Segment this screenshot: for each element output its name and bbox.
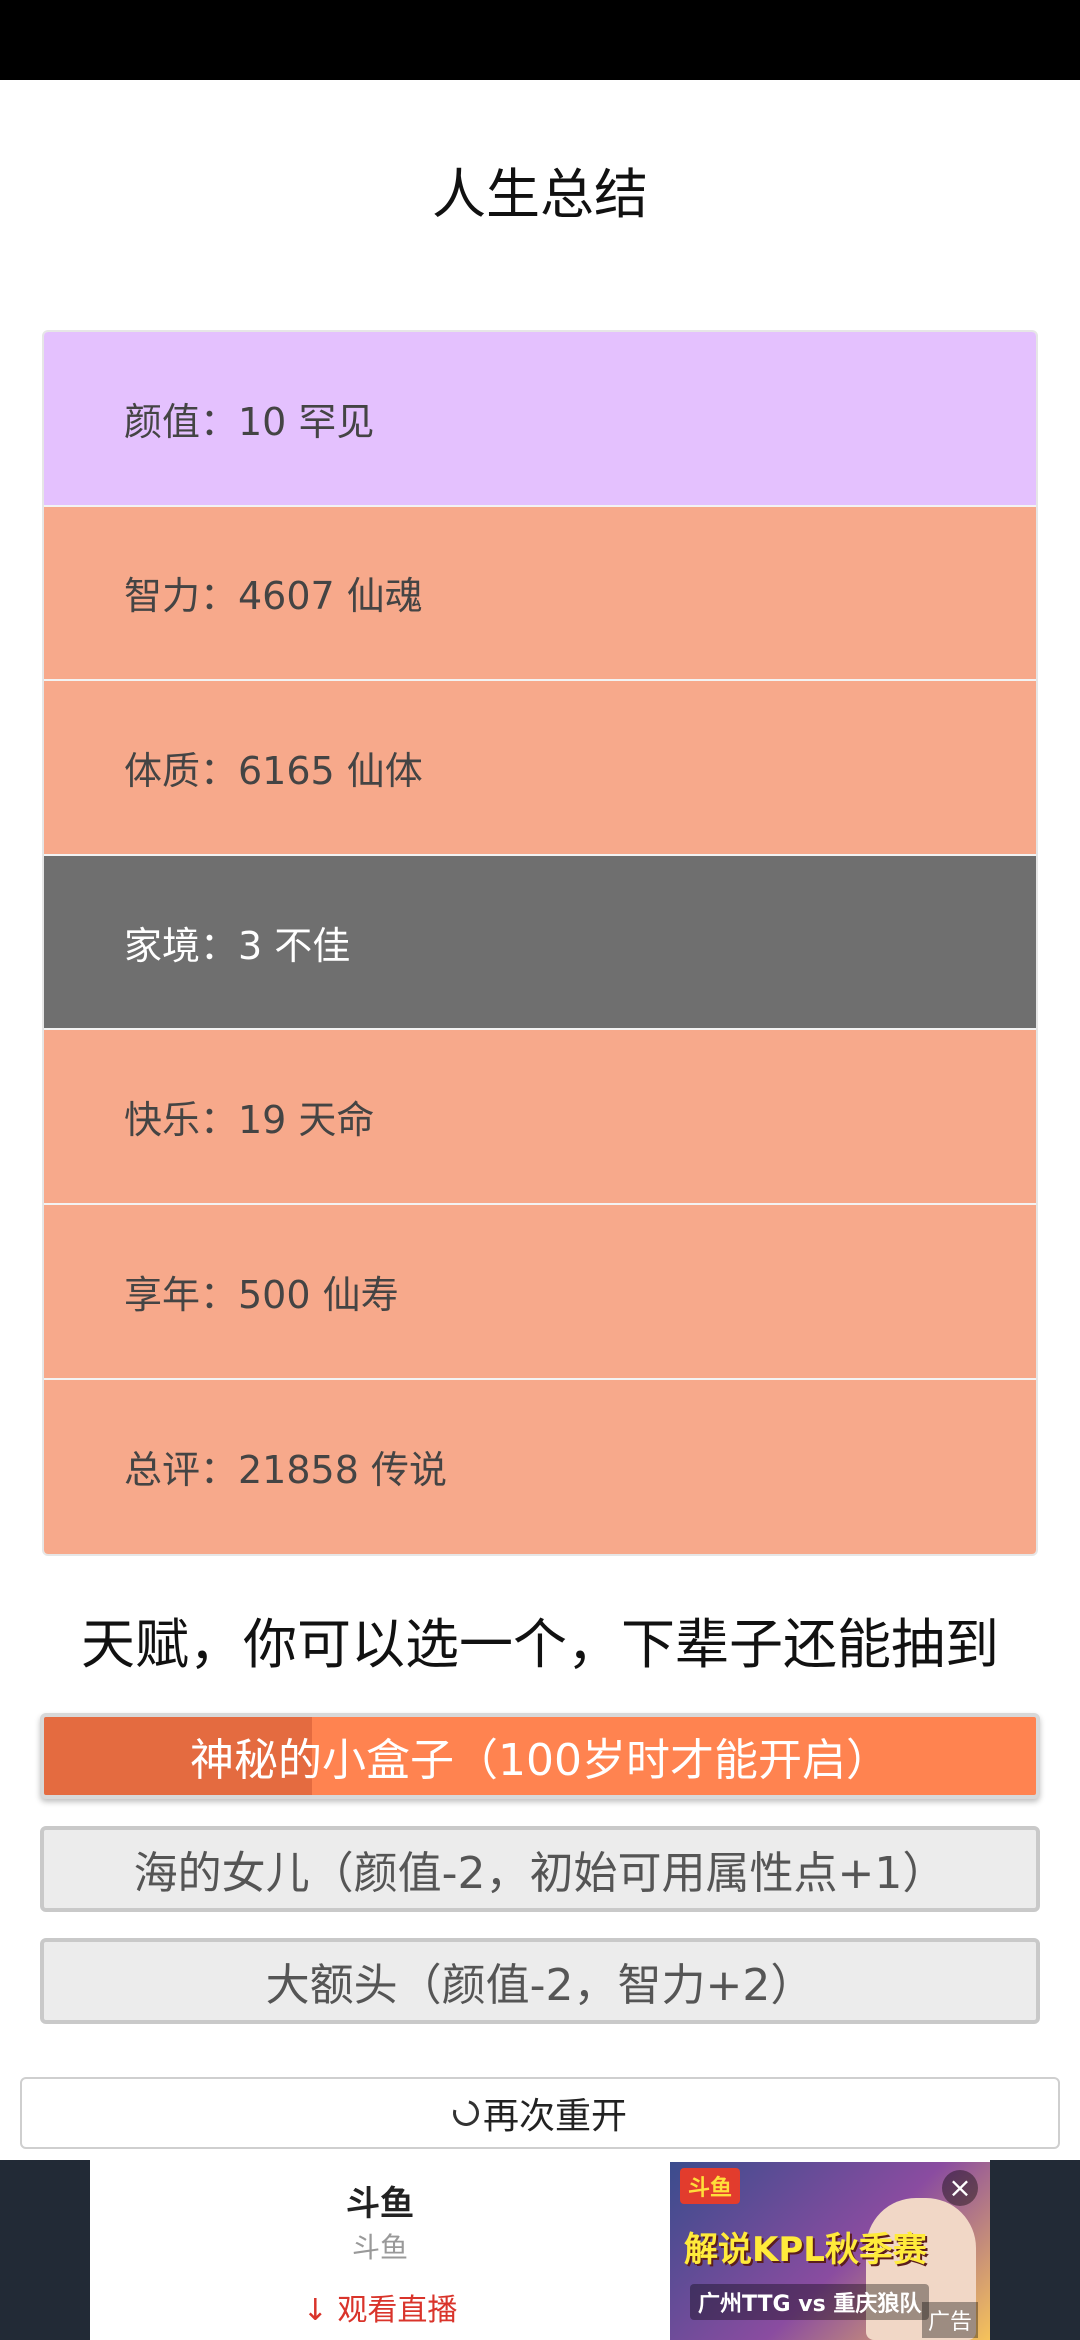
stat-row-lifespan: 享年：500 仙寿 xyxy=(44,1204,1036,1380)
ad-app-name: 斗鱼 xyxy=(346,2184,414,2224)
page-title: 人生总结 xyxy=(432,163,648,226)
ad-action-label: 观看直播 xyxy=(337,2293,458,2328)
stat-row-total-score: 总评：21858 传说 xyxy=(44,1379,1036,1554)
ad-image-logo: 斗鱼 xyxy=(680,2168,741,2204)
talent-option-mystery-box[interactable]: 神秘的小盒子（100岁时才能开启） xyxy=(40,1713,1040,1799)
talent-option-big-forehead[interactable]: 大额头（颜值-2，智力+2） xyxy=(40,1938,1040,2024)
ad-image-headline: 解说KPL秋季赛 xyxy=(684,2230,927,2270)
stat-row-intelligence: 智力：4607 仙魂 xyxy=(44,506,1036,682)
talent-option-label: 海的女儿（颜值-2，初始可用属性点+1） xyxy=(133,1848,947,1899)
ad-tag: 广告 xyxy=(922,2302,979,2338)
talent-option-label: 神秘的小盒子（100岁时才能开启） xyxy=(190,1735,890,1786)
refresh-icon xyxy=(448,2095,484,2131)
talent-option-sea-daughter[interactable]: 海的女儿（颜值-2，初始可用属性点+1） xyxy=(40,1826,1040,1912)
talent-option-label: 大额头（颜值-2，智力+2） xyxy=(265,1960,815,2011)
ad-subtitle: 斗鱼 xyxy=(351,2231,408,2264)
talent-heading: 天赋，你可以选一个，下辈子还能抽到 xyxy=(81,1613,999,1676)
stat-row-appearance: 颜值：10 罕见 xyxy=(44,332,1036,507)
close-icon[interactable]: × xyxy=(942,2170,978,2206)
status-bar xyxy=(0,0,1080,80)
download-arrow-icon: ↓ xyxy=(302,2293,338,2328)
stat-row-happiness: 快乐：19 天命 xyxy=(44,1030,1036,1205)
restart-label: 再次重开 xyxy=(482,2096,627,2137)
stat-row-constitution: 体质：6165 仙体 xyxy=(44,681,1036,856)
ad-watch-live-link[interactable]: ↓ 观看直播 xyxy=(90,2285,670,2329)
stat-row-family: 家境：3 不佳 xyxy=(44,855,1036,1031)
ad-image-match: 广州TTG vs 重庆狼队 xyxy=(690,2284,930,2320)
life-summary-list: 颜值：10 罕见 智力：4607 仙魂 体质：6165 仙体 家境：3 不佳 快… xyxy=(42,330,1038,1556)
restart-button[interactable]: 再次重开 xyxy=(20,2077,1060,2149)
